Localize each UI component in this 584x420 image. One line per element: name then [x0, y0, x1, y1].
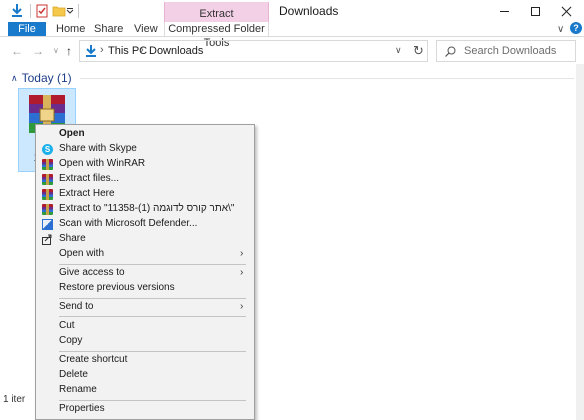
tab-view[interactable]: View: [134, 22, 158, 36]
menu-item-open-with-winrar[interactable]: Open with WinRAR: [36, 157, 254, 172]
menu-item-label: Open with: [59, 248, 105, 259]
close-button[interactable]: [546, 0, 584, 22]
context-menu: Open S Share with Skype Open with WinRAR…: [35, 124, 255, 420]
minimize-icon: [499, 10, 509, 12]
menu-separator: [59, 400, 246, 401]
menu-item-create-shortcut[interactable]: Create shortcut: [36, 353, 254, 368]
tab-home[interactable]: Home: [56, 22, 85, 36]
menu-item-extract-files[interactable]: Extract files...: [36, 172, 254, 187]
menu-item-rename[interactable]: Rename: [36, 383, 254, 398]
customize-toolbar-chevron-icon[interactable]: [66, 4, 74, 18]
maximize-icon: [530, 6, 540, 16]
submenu-arrow-icon: ›: [240, 301, 244, 312]
winrar-icon: [42, 159, 53, 170]
menu-item-cut[interactable]: Cut: [36, 319, 254, 334]
help-icon[interactable]: ?: [570, 22, 582, 34]
submenu-arrow-icon: ›: [240, 267, 244, 278]
address-bar[interactable]: › This PC › Downloads ∨ ↻: [79, 40, 428, 62]
expand-ribbon-icon[interactable]: ∨: [557, 24, 564, 35]
menu-separator: [59, 316, 246, 317]
refresh-icon[interactable]: ↻: [413, 43, 424, 59]
collapse-chevron-icon[interactable]: ∧: [11, 73, 18, 84]
menu-item-label: Extract to "11358-אתר קורס לדוגמה (1)\": [59, 203, 235, 214]
group-header-label: Today (1): [21, 71, 72, 85]
breadcrumb-separator-icon[interactable]: ›: [140, 44, 144, 56]
search-input[interactable]: [464, 44, 574, 58]
menu-separator: [59, 298, 246, 299]
menu-item-label: Extract Here: [59, 188, 115, 199]
toolbar-separator: [78, 4, 79, 18]
menu-item-share-with-skype[interactable]: S Share with Skype: [36, 142, 254, 157]
forward-button[interactable]: →: [32, 44, 44, 58]
menu-item-extract-here[interactable]: Extract Here: [36, 187, 254, 202]
breadcrumb-separator-icon[interactable]: ›: [100, 44, 104, 56]
menu-item-open-with[interactable]: Open with ›: [36, 247, 254, 262]
menu-item-label: Send to: [59, 301, 94, 312]
tab-compressed-folder-tools[interactable]: Compressed Folder Tools: [164, 22, 269, 49]
search-box[interactable]: [436, 40, 576, 62]
tab-file[interactable]: File: [8, 22, 46, 36]
group-header[interactable]: ∧ Today (1): [11, 71, 72, 85]
menu-item-restore-previous-versions[interactable]: Restore previous versions: [36, 281, 254, 296]
breadcrumb-downloads[interactable]: Downloads: [149, 45, 203, 57]
menu-item-label: Cut: [59, 320, 75, 331]
recent-locations-chevron-icon[interactable]: ∨: [53, 44, 59, 58]
window-title: Downloads: [279, 4, 339, 18]
menu-item-give-access-to[interactable]: Give access to ›: [36, 266, 254, 281]
menu-item-label: Restore previous versions: [59, 282, 175, 293]
defender-icon: [42, 219, 53, 230]
menu-item-share[interactable]: Share: [36, 232, 254, 247]
ribbon-divider: [0, 36, 584, 37]
menu-item-label: Share: [59, 233, 86, 244]
up-button[interactable]: ↑: [66, 44, 72, 58]
back-button[interactable]: ←: [11, 44, 23, 58]
menu-item-label: Copy: [59, 335, 83, 346]
menu-separator: [59, 351, 246, 352]
menu-item-open[interactable]: Open: [36, 127, 254, 142]
group-divider: [80, 78, 574, 79]
submenu-arrow-icon: ›: [240, 248, 244, 259]
menu-item-extract-to[interactable]: Extract to "11358-אתר קורס לדוגמה (1)\": [36, 202, 254, 217]
menu-item-label: Share with Skype: [59, 143, 137, 154]
close-icon: [561, 6, 572, 17]
ribbon-tabs: Extract File Home Share View Compressed …: [0, 2, 584, 49]
menu-item-label: Rename: [59, 384, 97, 395]
context-group-label: Extract: [199, 8, 234, 20]
address-history-chevron-icon[interactable]: ∨: [395, 45, 402, 56]
downloads-folder-icon: [12, 4, 22, 17]
menu-item-label: Give access to: [59, 267, 125, 278]
menu-item-label: Properties: [59, 403, 105, 414]
winrar-icon: [42, 189, 53, 200]
menu-item-scan-defender[interactable]: Scan with Microsoft Defender...: [36, 217, 254, 232]
title-bar: Downloads: [0, 0, 584, 22]
menu-item-label: Open with WinRAR: [59, 158, 146, 169]
new-folder-icon[interactable]: [52, 4, 66, 18]
toolbar-separator: [30, 4, 31, 18]
winrar-icon: [42, 204, 53, 215]
status-item-count: 1 iter: [3, 394, 26, 405]
search-icon: [445, 46, 456, 57]
share-icon: [42, 234, 52, 245]
downloads-folder-icon: [86, 45, 96, 57]
menu-item-label: Scan with Microsoft Defender...: [59, 218, 198, 229]
menu-item-label: Open: [59, 128, 85, 139]
winrar-icon: [42, 174, 53, 185]
skype-icon: S: [42, 144, 53, 155]
menu-item-copy[interactable]: Copy: [36, 334, 254, 349]
menu-item-label: Extract files...: [59, 173, 120, 184]
properties-icon[interactable]: [36, 4, 48, 18]
vertical-scrollbar[interactable]: [576, 64, 584, 420]
menu-item-properties[interactable]: Properties: [36, 402, 254, 417]
menu-item-label: Delete: [59, 369, 88, 380]
menu-separator: [59, 264, 246, 265]
menu-item-send-to[interactable]: Send to ›: [36, 300, 254, 315]
menu-item-delete[interactable]: Delete: [36, 368, 254, 383]
tab-share[interactable]: Share: [94, 22, 123, 36]
menu-item-label: Create shortcut: [59, 354, 128, 365]
